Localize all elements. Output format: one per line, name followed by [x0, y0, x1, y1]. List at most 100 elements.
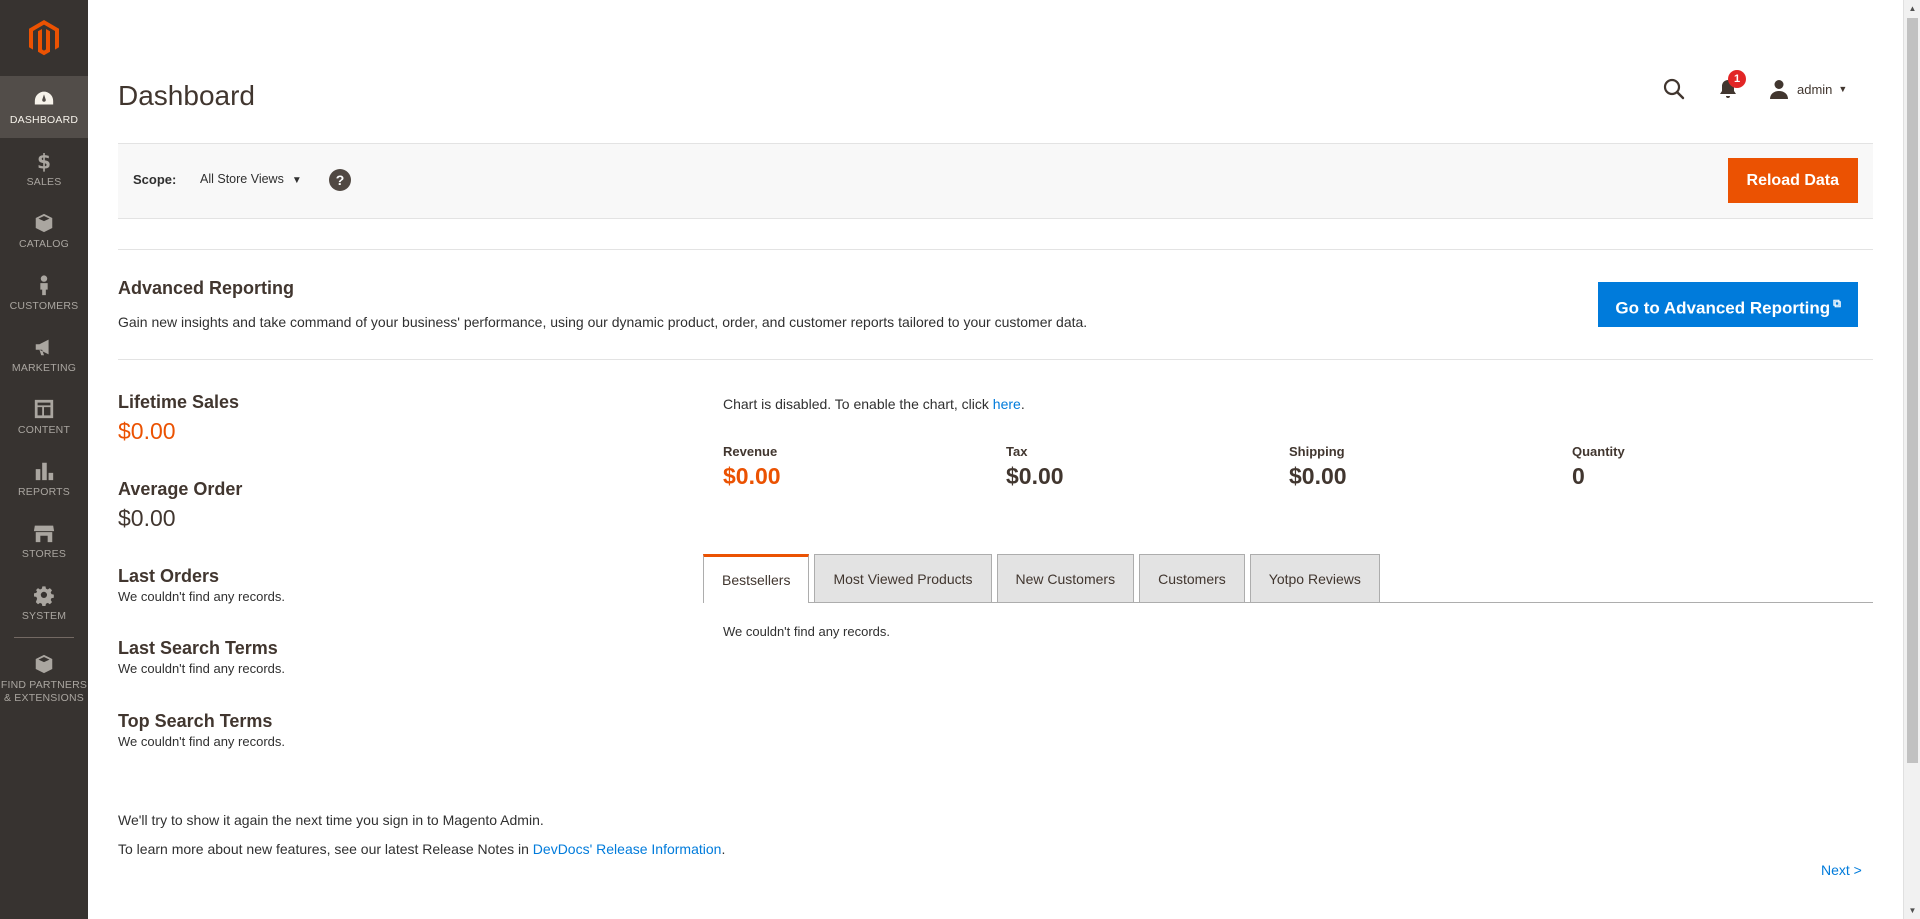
sidebar-item-sales[interactable]: $ SALES — [0, 138, 88, 200]
sidebar-item-stores[interactable]: STORES — [0, 510, 88, 572]
sidebar-item-dashboard[interactable]: DASHBOARD — [0, 76, 88, 138]
sidebar-item-label: REPORTS — [18, 485, 70, 498]
sidebar-item-find-partners[interactable]: FIND PARTNERS & EXTENSIONS — [0, 641, 88, 717]
average-order-title: Average Order — [118, 479, 243, 499]
advanced-reporting-section: Advanced Reporting Gain new insights and… — [118, 249, 1873, 360]
sidebar-item-system[interactable]: SYSTEM — [0, 572, 88, 634]
user-icon — [1770, 80, 1788, 99]
sidebar-item-label: & EXTENSIONS — [3, 692, 84, 704]
sidebar-divider — [14, 637, 74, 638]
chart-disabled-note: Chart is disabled. To enable the chart, … — [723, 396, 1025, 412]
sidebar-item-catalog[interactable]: CATALOG — [0, 200, 88, 262]
external-link-icon: ⧉ — [1833, 298, 1841, 310]
totals-row: Revenue $0.00 Tax $0.00 Shipping $0.00 Q… — [723, 444, 1855, 490]
advanced-reporting-button-label: Go to Advanced Reporting — [1615, 298, 1831, 318]
total-value: $0.00 — [723, 463, 781, 489]
notification-count-badge: 1 — [1728, 70, 1746, 88]
tab-yotpo-reviews[interactable]: Yotpo Reviews — [1249, 554, 1380, 602]
go-to-advanced-reporting-button[interactable]: Go to Advanced Reporting ⧉ — [1598, 282, 1858, 327]
total-label: Tax — [1006, 444, 1028, 459]
sidebar-item-label: SALES — [26, 175, 62, 188]
total-quantity: Quantity 0 — [1572, 444, 1855, 490]
scope-select-value: All Store Views — [200, 172, 284, 186]
page-title: Dashboard — [118, 80, 255, 111]
lifetime-sales-value: $0.00 — [118, 418, 176, 444]
sidebar-item-label: FIND PARTNERS — [0, 679, 88, 691]
enable-chart-link[interactable]: here — [993, 396, 1021, 412]
next-link[interactable]: Next > — [1821, 862, 1862, 878]
vertical-scrollbar[interactable]: ▲ ▼ — [1903, 0, 1920, 919]
sidebar-item-content[interactable]: CONTENT — [0, 386, 88, 448]
scroll-up-arrow-icon[interactable]: ▲ — [1904, 0, 1920, 17]
total-value: $0.00 — [1289, 463, 1347, 489]
release-notes-line-2: To learn more about new features, see ou… — [118, 841, 725, 857]
total-label: Quantity — [1572, 444, 1625, 459]
lifetime-sales-title: Lifetime Sales — [118, 392, 240, 412]
svg-text:$: $ — [37, 150, 51, 172]
advanced-reporting-title: Advanced Reporting — [118, 278, 295, 298]
layout-icon — [34, 399, 54, 418]
top-search-terms-empty: We couldn't find any records. — [118, 734, 285, 749]
devdocs-release-link[interactable]: DevDocs' Release Information — [533, 841, 722, 857]
megaphone-icon — [35, 339, 49, 355]
sidebar-item-marketing[interactable]: MARKETING — [0, 324, 88, 386]
reload-data-button[interactable]: Reload Data — [1727, 158, 1858, 203]
dashboard-icon — [34, 91, 54, 104]
sidebar-item-label: DASHBOARD — [9, 113, 79, 126]
sidebar-item-customers[interactable]: CUSTOMERS — [0, 262, 88, 324]
last-orders-empty: We couldn't find any records. — [118, 589, 285, 604]
magento-logo-icon — [29, 20, 59, 56]
total-shipping: Shipping $0.00 — [1289, 444, 1572, 490]
sidebar-item-label: CUSTOMERS — [9, 299, 79, 312]
chart-note-text: Chart is disabled. To enable the chart, … — [723, 396, 993, 412]
tab-empty-message: We couldn't find any records. — [723, 624, 890, 639]
chevron-down-icon: ▼ — [1838, 84, 1848, 94]
store-icon — [33, 525, 55, 542]
sidebar-item-reports[interactable]: REPORTS — [0, 448, 88, 510]
extensions-box-icon — [35, 654, 53, 674]
sidebar-item-label: SYSTEM — [21, 609, 67, 622]
release-notes-text: To learn more about new features, see ou… — [118, 841, 533, 857]
average-order-value: $0.00 — [118, 505, 176, 531]
sidebar-item-label: MARKETING — [11, 361, 77, 374]
scroll-thumb[interactable] — [1907, 18, 1918, 763]
chart-note-end: . — [1020, 396, 1025, 412]
last-search-terms-title: Last Search Terms — [118, 638, 278, 658]
notifications-button[interactable]: 1 — [1719, 70, 1746, 99]
tab-new-customers[interactable]: New Customers — [996, 554, 1135, 602]
total-value: 0 — [1572, 463, 1585, 489]
scroll-down-arrow-icon[interactable]: ▼ — [1904, 902, 1920, 919]
release-notes-line-1: We'll try to show it again the next time… — [118, 812, 544, 828]
sidebar-item-label: STORES — [21, 547, 67, 560]
sidebar-item-label: CATALOG — [18, 237, 70, 250]
search-button[interactable] — [1663, 78, 1685, 100]
help-icon[interactable]: ? — [329, 169, 351, 191]
dollar-icon: $ — [37, 150, 51, 172]
scope-label: Scope: — [133, 172, 177, 187]
scope-select[interactable]: All Store Views ▼ — [200, 172, 302, 186]
last-orders-title: Last Orders — [118, 566, 220, 586]
total-value: $0.00 — [1006, 463, 1064, 489]
dashboard-tabs: Bestsellers Most Viewed Products New Cus… — [703, 554, 1873, 603]
magento-logo[interactable] — [0, 0, 88, 76]
total-label: Shipping — [1289, 444, 1345, 459]
user-name: admin — [1797, 81, 1833, 97]
bar-chart-icon — [35, 462, 54, 480]
release-notes-end: . — [721, 841, 726, 857]
total-revenue: Revenue $0.00 — [723, 444, 1006, 490]
sidebar: DASHBOARD $ SALES CATALOG CUSTOMERS MARK… — [0, 0, 88, 919]
top-search-terms-title: Top Search Terms — [118, 711, 273, 731]
tab-bestsellers[interactable]: Bestsellers — [703, 554, 810, 603]
total-tax: Tax $0.00 — [1006, 444, 1289, 490]
search-icon — [1663, 78, 1685, 100]
app-root: DASHBOARD $ SALES CATALOG CUSTOMERS MARK… — [0, 0, 1920, 919]
chevron-down-icon: ▼ — [291, 175, 302, 186]
tab-customers[interactable]: Customers — [1139, 554, 1245, 602]
advanced-reporting-text: Gain new insights and take command of yo… — [118, 314, 1088, 330]
user-menu[interactable]: admin ▼ — [1769, 79, 1847, 99]
gear-icon — [34, 585, 54, 606]
sidebar-item-label: CONTENT — [17, 423, 71, 436]
tab-most-viewed-products[interactable]: Most Viewed Products — [814, 554, 992, 602]
person-icon — [40, 274, 48, 295]
scope-bar: Scope: All Store Views ▼ ? Reload Data — [118, 143, 1873, 219]
